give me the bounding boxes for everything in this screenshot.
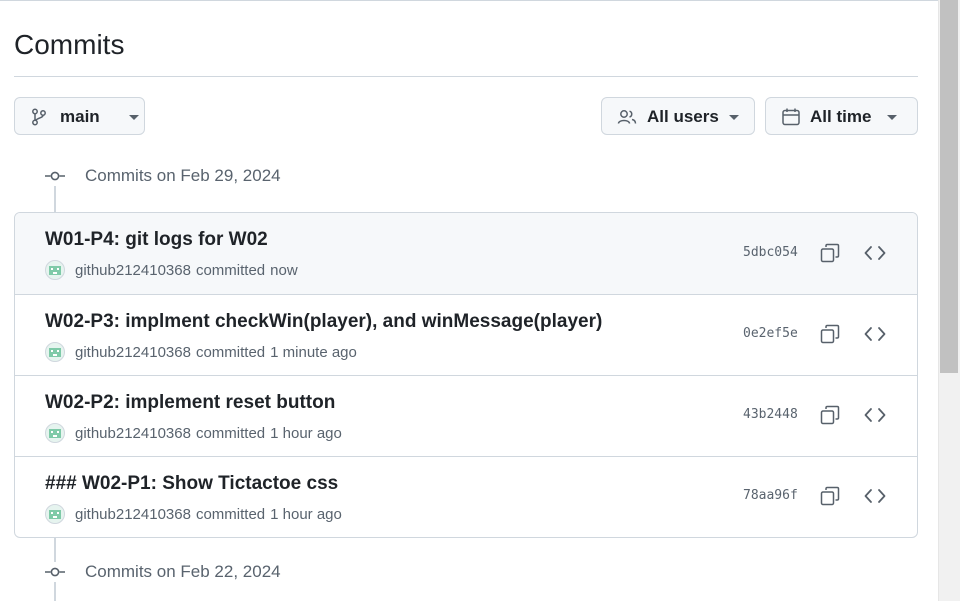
chevron-down-icon xyxy=(887,115,897,120)
timeline-connector xyxy=(54,538,56,562)
branch-selector-label: main xyxy=(60,107,100,126)
commit-time: 1 hour ago xyxy=(270,505,342,523)
commit-author-link[interactable]: github212410368 xyxy=(75,344,191,361)
chevron-down-icon xyxy=(729,115,739,120)
people-icon xyxy=(617,108,637,126)
commit-message-link[interactable]: ### W02-P1: Show Tictactoe css xyxy=(45,472,338,496)
users-filter-button[interactable]: All users xyxy=(601,97,755,135)
commit-group-heading: Commits on Feb 29, 2024 xyxy=(45,166,281,186)
commit-row[interactable]: W01-P4: git logs for W02 github212410368… xyxy=(15,213,917,294)
copy-icon[interactable] xyxy=(816,239,844,267)
commit-sha-link[interactable]: 78aa96f xyxy=(743,488,798,503)
commit-meta: github212410368 committed 1 hour ago xyxy=(45,504,342,524)
users-filter-label: All users xyxy=(647,107,719,126)
copy-icon[interactable] xyxy=(816,482,844,510)
commit-list: W01-P4: git logs for W02 github212410368… xyxy=(14,212,918,538)
avatar[interactable] xyxy=(45,342,65,362)
commit-message-link[interactable]: W02-P3: implment checkWin(player), and w… xyxy=(45,310,602,334)
timeline-connector xyxy=(54,186,56,212)
avatar[interactable] xyxy=(45,504,65,524)
commit-message-link[interactable]: W02-P2: implement reset button xyxy=(45,391,335,415)
page-title: Commits xyxy=(14,29,125,60)
commit-meta: github212410368 committed 1 minute ago xyxy=(45,342,357,362)
commit-group-heading: Commits on Feb 22, 2024 xyxy=(45,562,281,582)
commit-sha-link[interactable]: 5dbc054 xyxy=(743,245,798,260)
code-icon[interactable] xyxy=(861,401,889,429)
commit-author-link[interactable]: github212410368 xyxy=(75,425,191,442)
git-commit-icon xyxy=(45,565,65,579)
top-border xyxy=(0,0,938,1)
commit-time: 1 hour ago xyxy=(270,424,342,442)
commit-meta: github212410368 committed now xyxy=(45,260,298,280)
time-filter-button[interactable]: All time xyxy=(765,97,918,135)
calendar-icon xyxy=(781,107,801,127)
commit-row[interactable]: W02-P3: implment checkWin(player), and w… xyxy=(15,294,917,375)
commit-time: now xyxy=(270,261,298,279)
commit-group-date: Commits on Feb 29, 2024 xyxy=(85,166,281,185)
copy-icon[interactable] xyxy=(816,401,844,429)
commit-row[interactable]: ### W02-P1: Show Tictactoe css github212… xyxy=(15,456,917,537)
commits-page: Commits main All users All time Commits … xyxy=(0,0,960,601)
code-icon[interactable] xyxy=(861,482,889,510)
git-branch-icon xyxy=(31,108,47,126)
avatar[interactable] xyxy=(45,260,65,280)
committed-label: committed xyxy=(195,505,266,523)
code-icon[interactable] xyxy=(861,320,889,348)
title-divider xyxy=(14,76,918,77)
scrollbar-thumb[interactable] xyxy=(940,0,958,373)
commit-author-link[interactable]: github212410368 xyxy=(75,262,191,279)
commit-row[interactable]: W02-P2: implement reset button github212… xyxy=(15,375,917,456)
commit-sha-link[interactable]: 43b2448 xyxy=(743,407,798,422)
code-icon[interactable] xyxy=(861,239,889,267)
avatar[interactable] xyxy=(45,423,65,443)
timeline-connector xyxy=(54,582,56,601)
branch-selector-button[interactable]: main xyxy=(14,97,145,135)
git-commit-icon xyxy=(45,169,65,183)
commit-message-link[interactable]: W01-P4: git logs for W02 xyxy=(45,228,268,252)
copy-icon[interactable] xyxy=(816,320,844,348)
committed-label: committed xyxy=(195,424,266,442)
commit-group-date: Commits on Feb 22, 2024 xyxy=(85,562,281,581)
committed-label: committed xyxy=(195,261,266,279)
commit-time: 1 minute ago xyxy=(270,343,357,361)
commit-meta: github212410368 committed 1 hour ago xyxy=(45,423,342,443)
chevron-down-icon xyxy=(129,115,139,120)
time-filter-label: All time xyxy=(810,107,872,126)
committed-label: committed xyxy=(195,343,266,361)
commit-author-link[interactable]: github212410368 xyxy=(75,506,191,523)
commit-sha-link[interactable]: 0e2ef5e xyxy=(743,326,798,341)
